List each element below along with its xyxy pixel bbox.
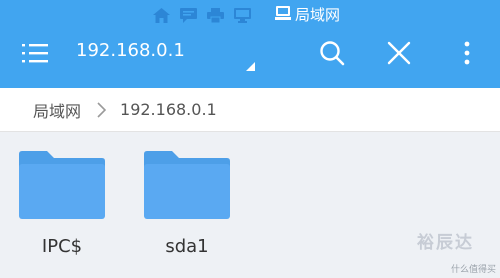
close-icon bbox=[387, 41, 411, 65]
path-title[interactable]: 192.168.0.1 bbox=[76, 40, 185, 61]
folder-label: sda1 bbox=[165, 236, 209, 257]
folder-label: IPC$ bbox=[41, 236, 83, 257]
status-title: 局域网 bbox=[275, 4, 340, 25]
breadcrumb-current[interactable]: 192.168.0.1 bbox=[120, 100, 217, 119]
toolbar: 192.168.0.1 bbox=[0, 28, 500, 78]
file-grid: IPC$ sda1 bbox=[0, 132, 500, 278]
printer-icon bbox=[206, 7, 224, 23]
search-button[interactable] bbox=[315, 36, 349, 70]
watermark-subtext: 什么值得买 bbox=[450, 265, 496, 275]
breadcrumb-root[interactable]: 局域网 bbox=[33, 98, 81, 122]
folder-icon bbox=[144, 151, 230, 219]
status-icons bbox=[152, 6, 251, 24]
more-vert-icon bbox=[464, 41, 470, 65]
menu-icon bbox=[22, 44, 48, 63]
home-icon bbox=[152, 7, 170, 23]
more-options-button[interactable] bbox=[450, 36, 484, 70]
breadcrumb: 局域网 192.168.0.1 bbox=[0, 88, 500, 132]
close-button[interactable] bbox=[382, 36, 416, 70]
app-bar: 局域网 192.168.0.1 bbox=[0, 0, 500, 88]
menu-button[interactable] bbox=[22, 40, 52, 68]
folder-item-ipc[interactable]: IPC$ bbox=[12, 150, 112, 257]
chevron-right-icon bbox=[97, 101, 107, 118]
status-bar: 局域网 bbox=[0, 0, 500, 28]
status-title-text: 局域网 bbox=[295, 6, 341, 24]
watermark: 裕辰达 bbox=[417, 233, 474, 253]
message-icon bbox=[179, 7, 197, 23]
computer-icon bbox=[275, 5, 291, 25]
folder-icon bbox=[19, 151, 105, 219]
dropdown-triangle-icon[interactable] bbox=[246, 62, 255, 71]
folder-item-sda1[interactable]: sda1 bbox=[137, 150, 237, 257]
monitor-icon bbox=[233, 7, 251, 23]
search-icon bbox=[320, 41, 345, 66]
